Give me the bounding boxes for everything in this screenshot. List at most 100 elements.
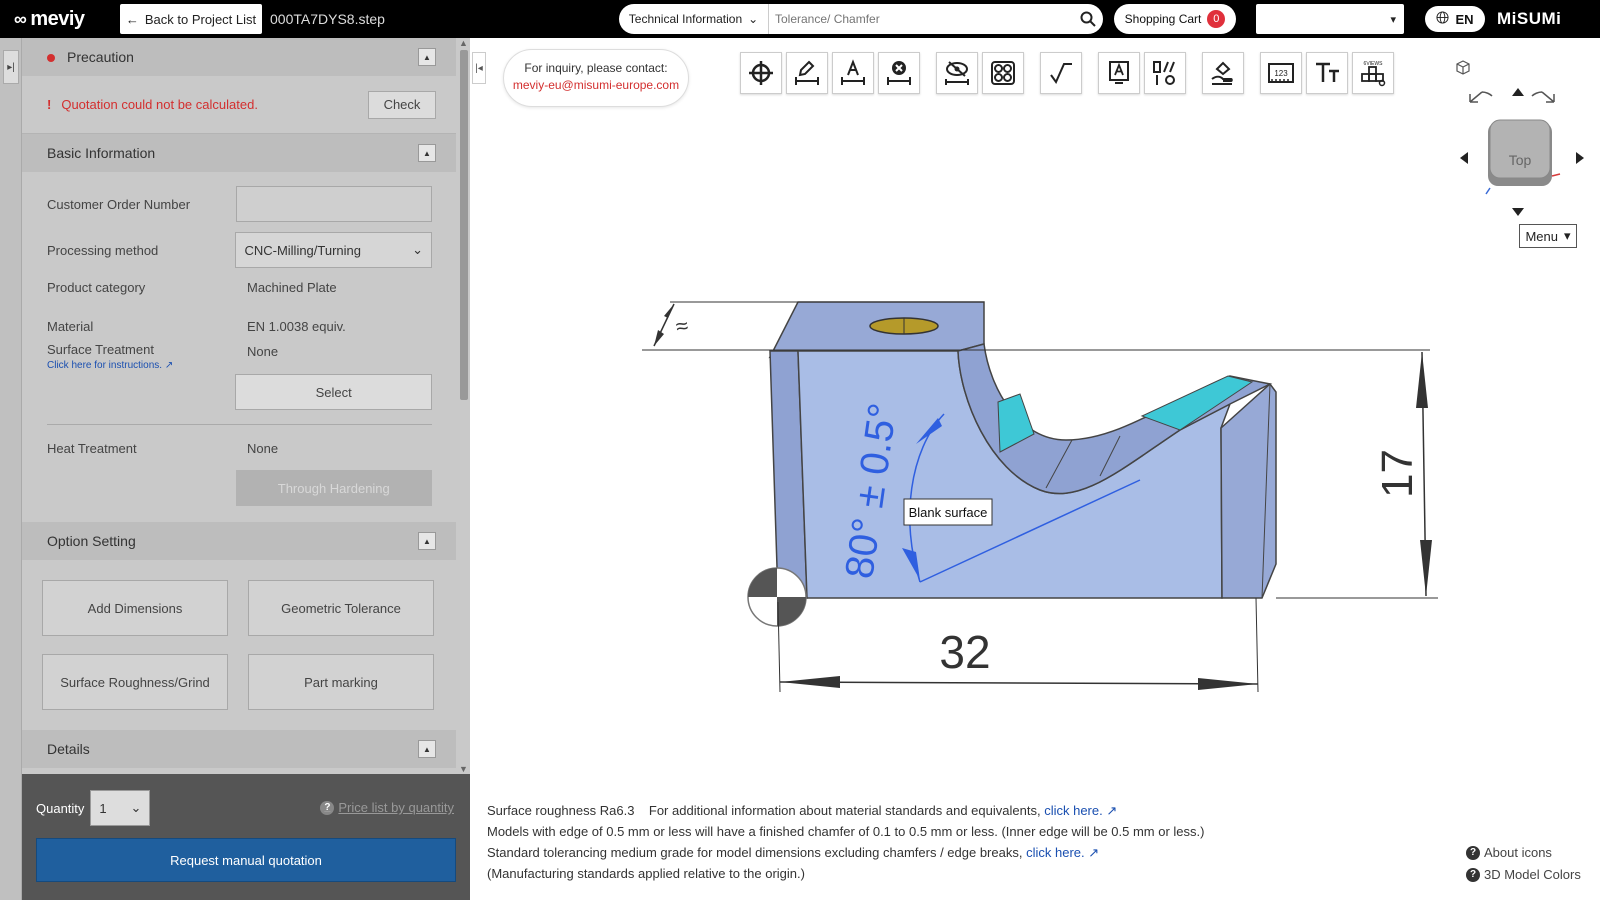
hole-pattern-tool-button[interactable] <box>982 52 1024 94</box>
option-setting-header[interactable]: Option Setting ▲ <box>22 522 456 560</box>
tolerance-note: Standard tolerancing medium grade for mo… <box>487 845 1023 860</box>
depth-dimension-label[interactable]: ≈ <box>674 313 690 340</box>
delete-dimension-tool-button[interactable] <box>878 52 920 94</box>
left-panel: ▸| Precaution ▲ ! Quotation could not be … <box>0 38 470 900</box>
processing-method-select[interactable]: CNC-Milling/Turning ⌄ <box>235 232 432 268</box>
chevron-down-icon: ▾ <box>1390 13 1396 26</box>
geometric-tolerance-icon <box>1153 61 1175 85</box>
view-cube[interactable]: Top <box>1485 119 1561 195</box>
view-navigation-cube: Top <box>1440 58 1600 228</box>
request-manual-quotation-button[interactable]: Request manual quotation <box>36 838 456 882</box>
external-link-icon: ↗ <box>1106 803 1118 818</box>
quotation-warning: ! Quotation could not be calculated. <box>47 97 258 112</box>
quantity-select[interactable]: 1 ⌄ <box>90 790 151 826</box>
marking-tool-button[interactable] <box>1098 52 1140 94</box>
rotate-left-icon[interactable] <box>1460 152 1468 164</box>
rotate-right-arrow-icon[interactable] <box>1531 91 1555 103</box>
manufacturing-notes: Surface roughness Ra6.3 For additional i… <box>487 800 1204 884</box>
precaution-header[interactable]: Precaution ▲ <box>22 38 456 76</box>
chevron-down-icon: ⌄ <box>130 800 142 815</box>
rotate-down-arrow-icon[interactable] <box>1512 208 1524 216</box>
about-icons-link[interactable]: ? About icons <box>1466 842 1581 864</box>
collapse-left-panel-button[interactable]: |◂ <box>472 52 486 84</box>
roughness-note: Surface roughness Ra6.3 <box>487 803 635 818</box>
pencil-dimension-icon <box>795 60 819 85</box>
svg-text:123: 123 <box>1274 69 1288 78</box>
collapse-basic-info-button[interactable]: ▲ <box>418 144 436 162</box>
basic-information-header[interactable]: Basic Information ▲ <box>22 134 456 172</box>
search-category-select[interactable]: Technical Information ⌄ <box>619 4 769 34</box>
brand-text: MiSUMi <box>1497 9 1562 28</box>
check-button[interactable]: Check <box>368 90 436 119</box>
inquiry-email[interactable]: meviy-eu@misumi-europe.com <box>504 77 688 94</box>
misumi-logo[interactable]: MiSUMi <box>1497 9 1561 29</box>
roughness-check-icon <box>1050 63 1072 85</box>
hand-part-icon <box>1211 61 1233 85</box>
heat-treatment-value: None <box>247 441 279 456</box>
edit-dimension-tool-button[interactable] <box>786 52 828 94</box>
material-view-tool-button[interactable] <box>1202 52 1244 94</box>
tolerance-link[interactable]: click here. ↗ <box>1026 845 1099 860</box>
home-view-icon[interactable] <box>1456 60 1470 75</box>
panel-scrollbar[interactable]: ▲ ▼ <box>458 38 470 774</box>
collapse-details-button[interactable]: ▲ <box>418 740 436 758</box>
part-3d-view[interactable]: 80° ± 0.5° ≈ 17 32 Blank surface <box>480 280 1480 720</box>
model-colors-link[interactable]: ? 3D Model Colors <box>1466 864 1581 886</box>
text-size-icon <box>1316 62 1339 82</box>
collapse-precaution-button[interactable]: ▲ <box>418 48 436 66</box>
scrollbar-thumb[interactable] <box>460 50 468 400</box>
surface-roughness-grind-button[interactable]: Surface Roughness/Grind <box>42 654 228 710</box>
processing-method-label: Processing method <box>47 242 159 258</box>
logo-text: meviy <box>30 7 85 30</box>
rotate-left-arrow-icon[interactable] <box>1469 91 1493 103</box>
search-icon[interactable] <box>1073 11 1103 27</box>
six-views-icon: 6VIEWS <box>1361 61 1386 87</box>
height-dimension-label[interactable]: 17 <box>1373 449 1422 498</box>
inquiry-contact-box: For inquiry, please contact: meviy-eu@mi… <box>503 49 689 107</box>
instructions-link[interactable]: Click here for instructions. ↗ <box>47 358 237 374</box>
tolerance-link-text: click here. <box>1026 845 1085 860</box>
scroll-up-icon[interactable]: ▲ <box>459 38 468 48</box>
width-dimension-label[interactable]: 32 <box>939 626 990 678</box>
text-dimension-tool-button[interactable] <box>832 52 874 94</box>
hide-dimension-tool-button[interactable] <box>936 52 978 94</box>
processing-method-value: CNC-Milling/Turning <box>244 242 361 258</box>
rotate-up-arrow-icon[interactable] <box>1512 88 1524 96</box>
option-buttons-grid: Add Dimensions Geometric Tolerance Surfa… <box>22 560 456 730</box>
search-category-label: Technical Information <box>628 12 743 26</box>
add-dimensions-button[interactable]: Add Dimensions <box>42 580 228 636</box>
price-list-link[interactable]: ? Price list by quantity <box>320 800 454 815</box>
top-bar: ∞ meviy ← Back to Project List 000TA7DYS… <box>0 0 1600 38</box>
cart-label: Shopping Cart <box>1124 12 1202 26</box>
account-select[interactable]: ▾ <box>1256 4 1404 34</box>
customer-order-input[interactable] <box>235 186 432 222</box>
back-to-project-list-button[interactable]: ← Back to Project List <box>120 4 262 34</box>
viewer-menu-button[interactable]: Menu ▾ <box>1519 224 1577 248</box>
material-info-link[interactable]: click here. ↗ <box>1044 803 1117 818</box>
part-marking-button[interactable]: Part marking <box>248 654 434 710</box>
surface-roughness-tool-button[interactable] <box>1040 52 1082 94</box>
origin-tool-button[interactable] <box>740 52 782 94</box>
geometric-tolerance-button[interactable]: Geometric Tolerance <box>248 580 434 636</box>
numeric-view-tool-button[interactable]: 123 <box>1260 52 1302 94</box>
six-views-tool-button[interactable]: 6VIEWS <box>1352 52 1394 94</box>
collapse-option-setting-button[interactable]: ▲ <box>418 532 436 550</box>
tooltip-text: Blank surface <box>909 505 988 520</box>
details-header[interactable]: Details ▲ <box>22 730 456 768</box>
customer-order-label: Customer Order Number <box>47 196 191 212</box>
font-size-tool-button[interactable] <box>1306 52 1348 94</box>
expand-panel-button[interactable]: ▸| <box>3 50 19 84</box>
scroll-down-icon[interactable]: ▼ <box>459 764 468 774</box>
quantity-value: 1 <box>99 800 107 816</box>
heat-treatment-label: Heat Treatment <box>47 441 137 456</box>
shopping-cart-button[interactable]: Shopping Cart 0 <box>1114 4 1236 34</box>
tolerance-tool-button[interactable] <box>1144 52 1186 94</box>
search-input[interactable] <box>769 4 1073 34</box>
select-surface-treatment-button[interactable]: Select <box>235 374 432 410</box>
cube-face-label: Top <box>1509 152 1532 168</box>
language-selector[interactable]: EN <box>1425 6 1485 32</box>
order-bar: Quantity 1 ⌄ ? Price list by quantity Re… <box>22 774 470 900</box>
rotate-right-icon[interactable] <box>1576 152 1584 164</box>
meviy-logo[interactable]: ∞ meviy <box>14 8 85 31</box>
model-right-face[interactable] <box>1220 382 1277 599</box>
